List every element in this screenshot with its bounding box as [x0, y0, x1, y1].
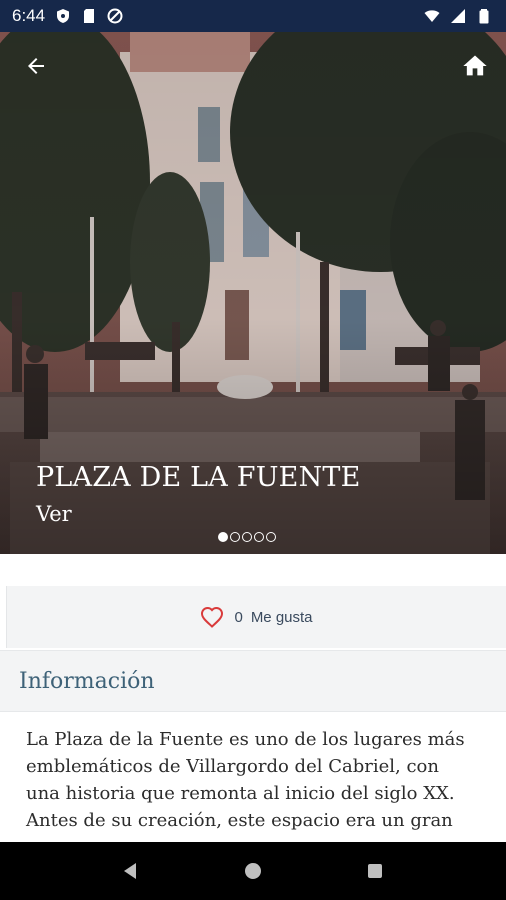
likes-count: 0 [234, 608, 243, 626]
nav-recents-icon [368, 864, 382, 878]
back-arrow-icon [28, 58, 44, 74]
info-section-header: Información [0, 650, 506, 712]
nav-recents-button[interactable] [355, 851, 395, 891]
carousel-dot-5[interactable] [266, 532, 276, 542]
info-line: La Plaza de la Fuente es uno de los luga… [26, 729, 465, 750]
home-button[interactable] [458, 50, 492, 82]
carousel-dot-3[interactable] [242, 532, 252, 542]
heart-icon [201, 606, 224, 628]
info-line: una historia que remonta al inicio del s… [26, 783, 455, 804]
back-button[interactable] [18, 52, 54, 80]
carousel-dot-2[interactable] [230, 532, 240, 542]
info-description: La Plaza de la Fuente es uno de los luga… [26, 726, 486, 834]
hero-carousel[interactable]: PLAZA DE LA FUENTE Ver [0, 32, 506, 554]
battery-icon [479, 9, 489, 24]
place-title: PLAZA DE LA FUENTE [36, 462, 361, 493]
carousel-dot-1[interactable] [218, 532, 228, 542]
wifi-icon [424, 10, 440, 22]
shield-icon [57, 9, 70, 23]
signal-icon [451, 9, 465, 23]
status-bar: 6:44 [0, 0, 506, 32]
nav-back-button[interactable] [111, 851, 151, 891]
nav-home-button[interactable] [233, 851, 273, 891]
info-line: emblemáticos de Villargordo del Cabriel,… [26, 756, 439, 777]
home-icon [463, 55, 487, 76]
likes-bar: 0 Me gusta [6, 586, 506, 648]
nav-back-icon [124, 863, 136, 879]
system-nav-bar [0, 842, 506, 900]
view-link[interactable]: Ver [36, 502, 72, 526]
likes-label: Me gusta [250, 608, 313, 626]
like-button[interactable] [200, 605, 226, 629]
nav-home-icon [245, 863, 261, 879]
carousel-dot-4[interactable] [254, 532, 264, 542]
status-time: 6:44 [12, 6, 46, 25]
status-left: 6:44 [12, 6, 123, 26]
info-title: Información [19, 668, 155, 694]
no-disturb-icon [107, 8, 123, 24]
sd-card-icon [84, 9, 95, 23]
info-line: Antes de su creación, este espacio era u… [26, 810, 453, 831]
carousel-dots [218, 532, 276, 542]
status-right [424, 8, 492, 24]
